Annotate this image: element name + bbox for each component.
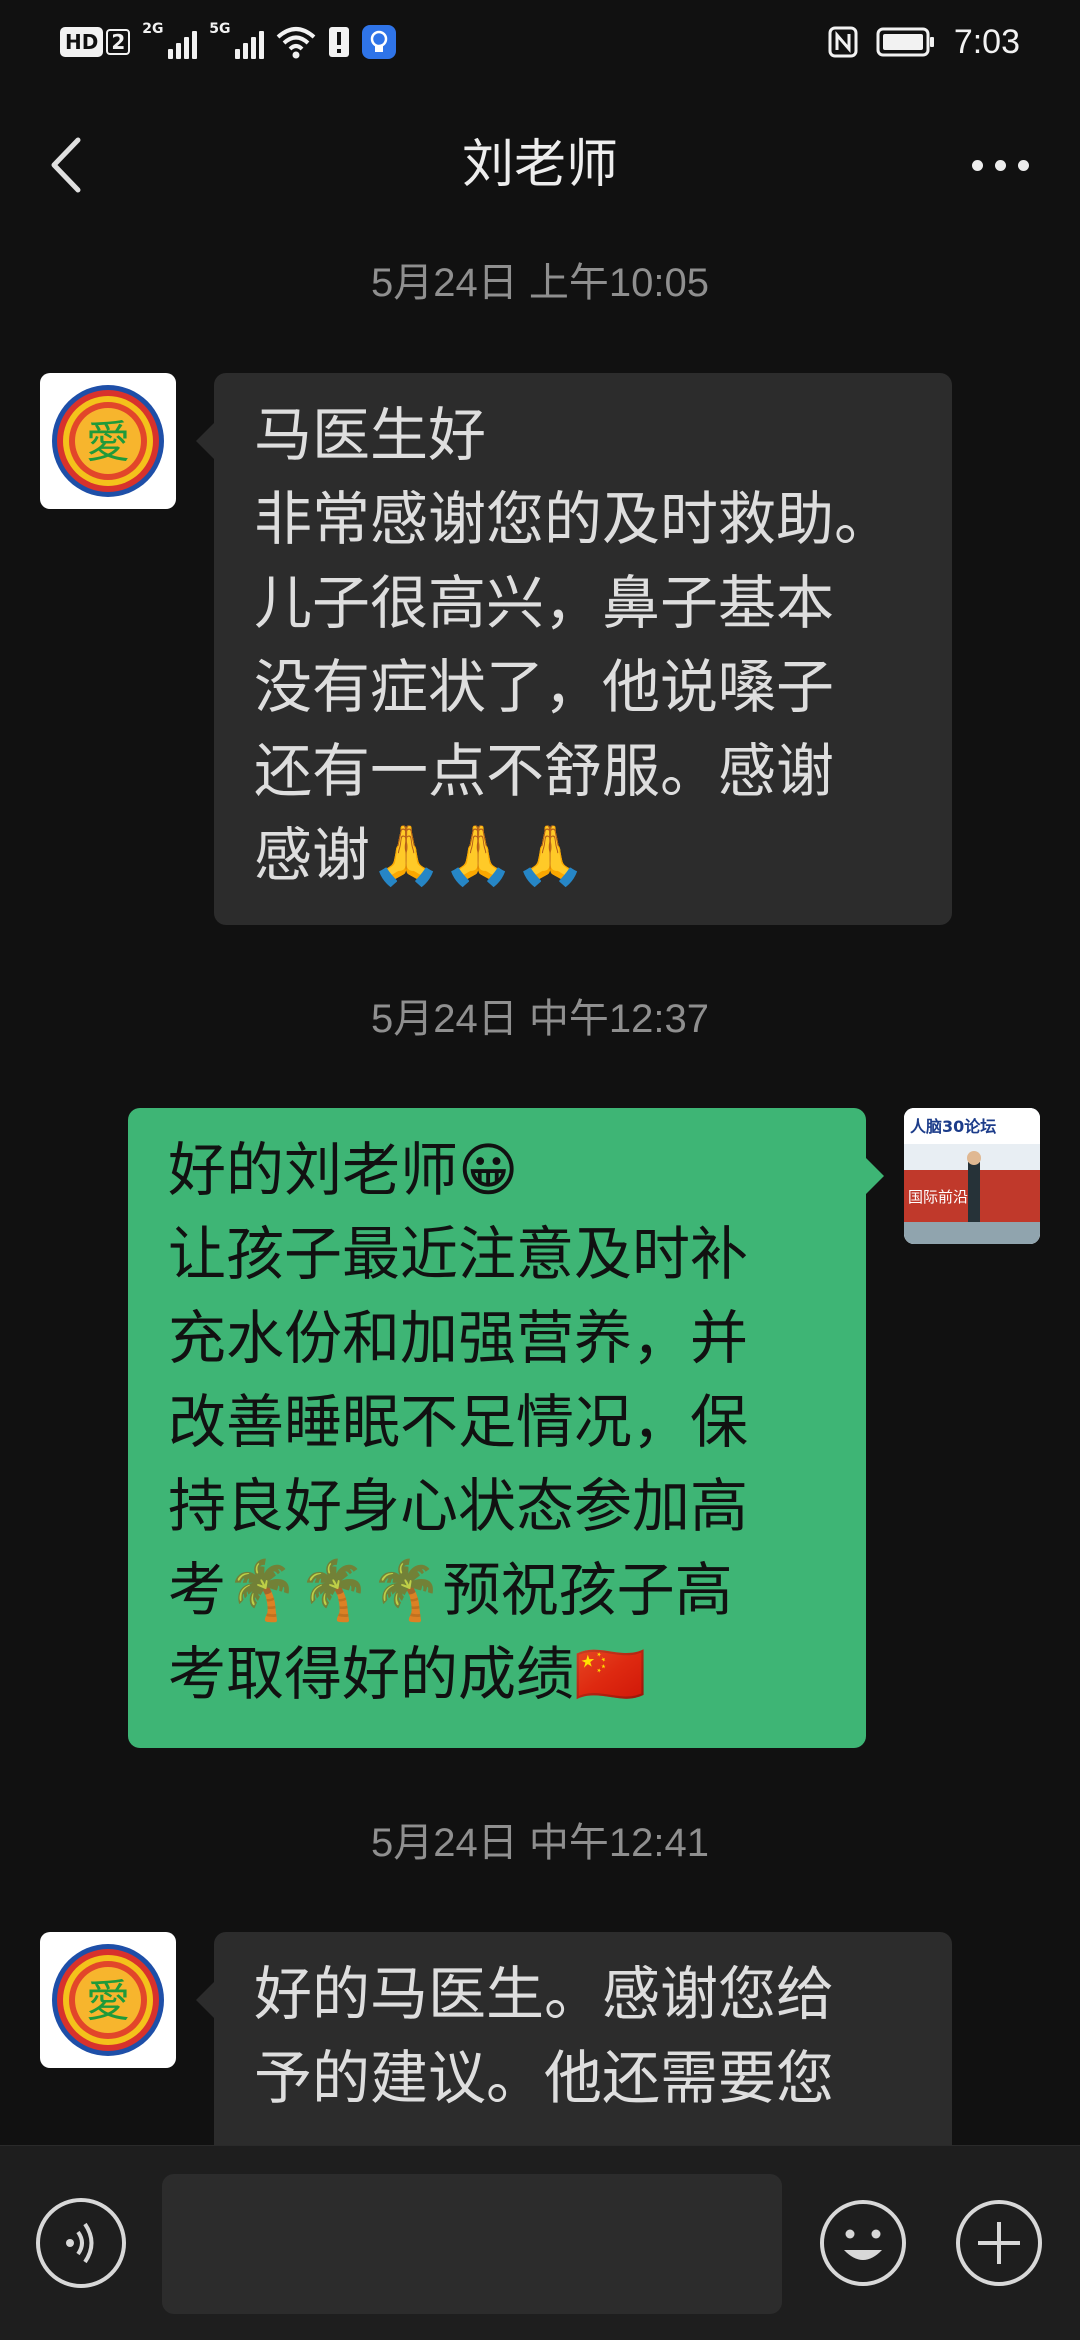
nfc-icon <box>828 26 858 58</box>
svg-text:愛: 愛 <box>86 1976 130 2027</box>
plus-icon <box>956 2200 1042 2286</box>
battery-icon <box>876 27 934 57</box>
svg-text:人脑30论坛: 人脑30论坛 <box>910 1117 996 1136</box>
voice-icon <box>66 2222 94 2264</box>
svg-text:国际前沿: 国际前沿 <box>908 1188 968 1206</box>
message-timestamp: 5月24日 中午12:37 <box>371 997 709 1041</box>
message-timestamp: 5月24日 上午10:05 <box>371 261 709 305</box>
alert-icon <box>329 27 350 57</box>
svg-text:愛: 愛 <box>86 417 130 468</box>
incoming-message-bubble[interactable]: 马医生好 非常感谢您的及时救助。 儿子很高兴，鼻子基本 没有症状了，他说嗓子 还… <box>196 373 952 925</box>
signal-2g-icon: 2G <box>142 21 198 59</box>
signal-5g-icon: 5G <box>209 21 265 59</box>
status-bar: HD 2 2G 5G 7:03 <box>0 0 1080 80</box>
chat-header: 刘老师 <box>0 100 1080 230</box>
hd-label: HD <box>60 27 104 57</box>
contact-avatar[interactable]: 愛 <box>40 1932 176 2068</box>
contact-avatar[interactable]: 愛 <box>40 373 176 509</box>
network-type-label: 2G <box>142 21 164 37</box>
input-bar <box>0 2145 1080 2340</box>
profile-photo-icon: 人脑30论坛 国际前沿 <box>904 1108 1040 1244</box>
bulb-notification-icon <box>362 25 397 59</box>
emoji-icon <box>820 2200 906 2286</box>
outgoing-message-bubble[interactable]: 好的刘老师😀 让孩子最近注意及时补 充水份和加强营养，并 改善睡眠不足情况，保 … <box>128 1108 884 1748</box>
chat-screen: HD 2 2G 5G 7:03 刘老师 5月24日 上午10:05 愛 马医生好… <box>0 0 1080 2340</box>
sim-index: 2 <box>106 29 131 55</box>
voice-button[interactable] <box>36 2198 126 2288</box>
plus-button[interactable] <box>954 2198 1044 2288</box>
love-emblem-icon: 愛 <box>52 385 164 497</box>
my-avatar[interactable]: 人脑30论坛 国际前沿 <box>904 1108 1040 1244</box>
message-timestamp: 5月24日 中午12:41 <box>371 1821 709 1865</box>
status-left: HD 2 2G 5G <box>60 20 397 64</box>
love-emblem-icon: 愛 <box>52 1944 164 2056</box>
chat-title: 刘老师 <box>461 135 618 195</box>
wifi-icon <box>276 27 316 59</box>
clock: 7:03 <box>953 22 1020 61</box>
message-input[interactable] <box>162 2174 782 2314</box>
network-type-label: 5G <box>209 21 231 37</box>
status-right: 7:03 <box>828 20 1020 64</box>
hd-voice-badge: HD 2 <box>60 26 131 58</box>
emoji-button[interactable] <box>818 2198 908 2288</box>
more-dots-icon[interactable] <box>960 130 1040 200</box>
